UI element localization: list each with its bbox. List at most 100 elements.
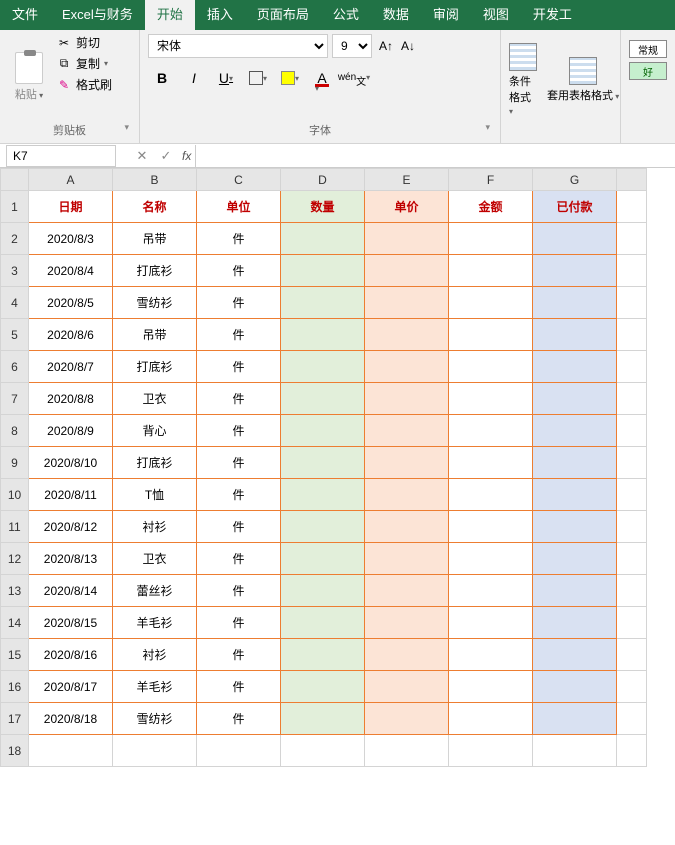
cell[interactable] [449, 383, 533, 415]
copy-button[interactable]: ⧉复制 [56, 55, 112, 72]
row-header[interactable]: 9 [1, 447, 29, 479]
cell[interactable]: 件 [197, 287, 281, 319]
ribbon-tab-3[interactable]: 插入 [195, 0, 245, 30]
cell[interactable]: 件 [197, 255, 281, 287]
row-header[interactable]: 8 [1, 415, 29, 447]
cell[interactable] [113, 735, 197, 767]
col-header-a[interactable]: A [29, 169, 113, 191]
cell[interactable] [617, 351, 647, 383]
cell[interactable] [617, 639, 647, 671]
cell[interactable] [449, 671, 533, 703]
cell[interactable] [533, 703, 617, 735]
italic-button[interactable]: I [180, 66, 208, 90]
phonetic-button[interactable]: wén文 [340, 66, 368, 90]
row-header[interactable]: 16 [1, 671, 29, 703]
cell[interactable]: 2020/8/17 [29, 671, 113, 703]
cell[interactable]: 2020/8/16 [29, 639, 113, 671]
cell[interactable] [281, 415, 365, 447]
cell[interactable]: 名称 [113, 191, 197, 223]
cell[interactable] [617, 575, 647, 607]
cell[interactable]: 羊毛衫 [113, 671, 197, 703]
ribbon-tab-5[interactable]: 公式 [321, 0, 371, 30]
cell[interactable] [533, 319, 617, 351]
col-header-g[interactable]: G [533, 169, 617, 191]
cell[interactable] [281, 543, 365, 575]
cell[interactable] [449, 735, 533, 767]
col-header-e[interactable]: E [365, 169, 449, 191]
cell[interactable]: 衬衫 [113, 639, 197, 671]
cell[interactable]: 背心 [113, 415, 197, 447]
cell[interactable] [533, 415, 617, 447]
cell[interactable] [533, 639, 617, 671]
row-header[interactable]: 12 [1, 543, 29, 575]
cell[interactable] [281, 735, 365, 767]
cell[interactable] [449, 287, 533, 319]
cell[interactable] [533, 479, 617, 511]
accept-formula-button[interactable]: ✓ [154, 145, 178, 167]
cell[interactable]: 件 [197, 319, 281, 351]
cell[interactable]: 2020/8/3 [29, 223, 113, 255]
cell[interactable]: 衬衫 [113, 511, 197, 543]
cell[interactable]: 件 [197, 415, 281, 447]
cell[interactable] [281, 383, 365, 415]
row-header[interactable]: 6 [1, 351, 29, 383]
row-header[interactable]: 4 [1, 287, 29, 319]
cell[interactable] [365, 607, 449, 639]
cell[interactable] [617, 383, 647, 415]
cell[interactable] [533, 735, 617, 767]
cell[interactable] [365, 223, 449, 255]
cell[interactable] [533, 383, 617, 415]
col-header-b[interactable]: B [113, 169, 197, 191]
cell[interactable] [365, 735, 449, 767]
cell[interactable] [449, 607, 533, 639]
cell[interactable] [449, 223, 533, 255]
cell[interactable] [617, 671, 647, 703]
cell[interactable]: 件 [197, 511, 281, 543]
cell[interactable]: 件 [197, 703, 281, 735]
cell[interactable]: 2020/8/15 [29, 607, 113, 639]
cell[interactable]: 数量 [281, 191, 365, 223]
cell[interactable] [533, 447, 617, 479]
row-header[interactable]: 18 [1, 735, 29, 767]
cell[interactable]: 件 [197, 447, 281, 479]
cell[interactable] [281, 351, 365, 383]
formula-input[interactable] [195, 145, 675, 167]
cell[interactable] [281, 479, 365, 511]
cell[interactable]: 2020/8/6 [29, 319, 113, 351]
cell[interactable]: 件 [197, 671, 281, 703]
ribbon-tab-1[interactable]: Excel与财务 [50, 0, 145, 30]
ribbon-tab-6[interactable]: 数据 [371, 0, 421, 30]
row-header[interactable]: 1 [1, 191, 29, 223]
cell[interactable] [533, 351, 617, 383]
cell[interactable] [617, 447, 647, 479]
cell[interactable]: 日期 [29, 191, 113, 223]
row-header[interactable]: 13 [1, 575, 29, 607]
cell[interactable] [281, 607, 365, 639]
cell[interactable]: 卫衣 [113, 383, 197, 415]
conditional-format-button[interactable]: 条件格式 [509, 43, 537, 117]
cell[interactable]: 卫衣 [113, 543, 197, 575]
cell[interactable] [449, 351, 533, 383]
cell[interactable]: 件 [197, 383, 281, 415]
cell[interactable] [617, 415, 647, 447]
cell[interactable]: 打底衫 [113, 255, 197, 287]
cell[interactable] [365, 511, 449, 543]
cell[interactable] [281, 447, 365, 479]
cell[interactable] [533, 223, 617, 255]
cell[interactable]: 打底衫 [113, 351, 197, 383]
cell[interactable] [617, 319, 647, 351]
cell[interactable]: 2020/8/11 [29, 479, 113, 511]
cell[interactable]: 件 [197, 639, 281, 671]
row-header[interactable]: 3 [1, 255, 29, 287]
col-header-h[interactable] [617, 169, 647, 191]
row-header[interactable]: 5 [1, 319, 29, 351]
cell[interactable] [533, 607, 617, 639]
cell[interactable]: 吊带 [113, 319, 197, 351]
cell[interactable] [281, 287, 365, 319]
cell[interactable] [281, 223, 365, 255]
row-header[interactable]: 17 [1, 703, 29, 735]
cell[interactable] [533, 575, 617, 607]
cell[interactable] [365, 639, 449, 671]
cell[interactable] [617, 191, 647, 223]
cell[interactable] [29, 735, 113, 767]
